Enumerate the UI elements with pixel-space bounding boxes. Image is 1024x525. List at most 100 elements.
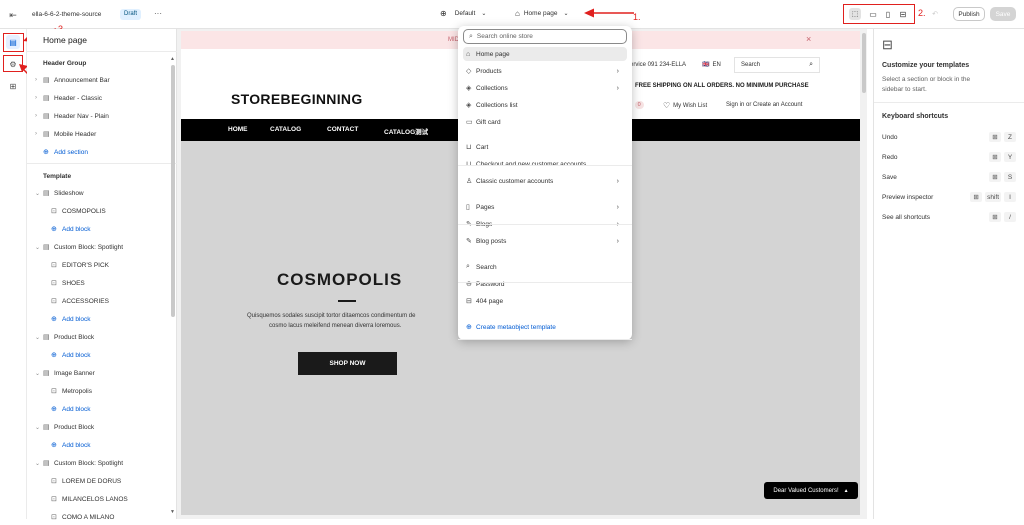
- chevron-down-icon[interactable]: ⌄: [35, 244, 43, 251]
- scroll-down-icon[interactable]: ▼: [170, 509, 175, 515]
- add-section-button[interactable]: ⊕ Add section: [43, 144, 88, 160]
- wishlist-label: My Wish List: [673, 102, 708, 109]
- nav-link[interactable]: CONTACT: [327, 126, 358, 133]
- chevron-right-icon[interactable]: ›: [35, 113, 43, 119]
- collection-icon: ◈: [466, 85, 472, 92]
- chevron-down-icon[interactable]: ⌄: [35, 334, 43, 341]
- undo-icon[interactable]: ↶: [930, 9, 940, 19]
- add-block-button[interactable]: ⊕ Add block: [51, 401, 91, 417]
- page-option-password[interactable]: ⊖ Password: [463, 277, 627, 291]
- header-group-item[interactable]: › ▤ Header - Classic: [35, 90, 102, 106]
- shop-now-button[interactable]: SHOP NOW: [298, 352, 397, 375]
- template-block-item[interactable]: ⊡ ACCESSORIES: [51, 293, 109, 309]
- create-metaobject-link[interactable]: ⊕ Create metaobject template: [463, 320, 627, 334]
- search-icon: ⌕: [466, 263, 470, 270]
- add-block-label: Add block: [62, 315, 91, 323]
- wishlist-link[interactable]: ♡ My Wish List: [663, 101, 707, 110]
- gift-card-icon: ▭: [466, 119, 473, 126]
- page-option-label: Checkout and new customer accounts: [476, 160, 587, 168]
- shortcut-keys: ⊞ /: [986, 212, 1016, 222]
- chevron-down-icon[interactable]: ⌄: [35, 190, 43, 197]
- exit-icon[interactable]: ⇤: [7, 9, 19, 21]
- template-block-item[interactable]: ⊡ MILANCELOS LANOS: [51, 491, 128, 507]
- template-block-item[interactable]: ⊡ LOREM DE DORUS: [51, 473, 121, 489]
- page-option-checkout-and-new-customer-accounts[interactable]: ⊔Checkout and new customer accounts: [463, 157, 627, 171]
- preview-scrollbar[interactable]: [862, 33, 866, 93]
- section-icon: ▤: [43, 113, 50, 120]
- template-section-item[interactable]: ⌄ ▤ Custom Block: Spotlight: [35, 239, 123, 255]
- page-option-404-page[interactable]: ⊟ 404 page: [463, 294, 627, 308]
- template-block-item[interactable]: ⊡ SHOES: [51, 275, 85, 291]
- template-section-item[interactable]: ⌄ ▤ Product Block: [35, 419, 94, 435]
- section-icon: ▤: [43, 131, 50, 138]
- more-actions-button[interactable]: ···: [154, 9, 162, 18]
- template-block-item[interactable]: ⊡ EDITOR'S PICK: [51, 257, 109, 273]
- header-group-item[interactable]: › ▤ Header Nav - Plain: [35, 108, 109, 124]
- customer-toast[interactable]: Dear Valued Customers! ▲: [764, 482, 858, 499]
- add-block-button[interactable]: ⊕ Add block: [51, 347, 91, 363]
- publish-button[interactable]: Publish: [953, 7, 985, 21]
- scroll-up-icon[interactable]: ▲: [170, 56, 175, 62]
- page-option-blog-posts[interactable]: ✎ Blog posts ›: [463, 234, 627, 248]
- sidebar-scrollbar[interactable]: [171, 65, 175, 317]
- home-icon: ⌂: [515, 9, 520, 18]
- chevron-down-icon[interactable]: ⌄: [35, 460, 43, 467]
- fullscreen-icon[interactable]: ⊟: [897, 8, 909, 20]
- chevron-down-icon[interactable]: ⌄: [35, 370, 43, 377]
- language-selector[interactable]: 🇬🇧 EN: [702, 61, 721, 69]
- account-link[interactable]: Sign in or Create an Account: [726, 102, 802, 108]
- mobile-view-icon[interactable]: ▯: [882, 8, 894, 20]
- annotation-box-3: [3, 33, 24, 52]
- theme-preset-selector[interactable]: ⊕ Default ⌄: [440, 9, 486, 18]
- heart-icon: ♡: [663, 101, 671, 110]
- nav-link[interactable]: CATALOG: [270, 126, 301, 133]
- add-block-button[interactable]: ⊕ Add block: [51, 221, 91, 237]
- template-block-item[interactable]: ⊡ COSMOPOLIS: [51, 203, 106, 219]
- page-option-search[interactable]: ⌕ Search: [463, 260, 627, 274]
- template-section-item[interactable]: ⌄ ▤ Custom Block: Spotlight: [35, 455, 123, 471]
- template-section-item[interactable]: ⌄ ▤ Product Block: [35, 329, 94, 345]
- close-icon[interactable]: ×: [806, 34, 811, 44]
- page-option-collections[interactable]: ◈ Collections ›: [463, 81, 627, 95]
- page-option-cart[interactable]: ⊔ Cart: [463, 140, 627, 154]
- add-block-button[interactable]: ⊕ Add block: [51, 437, 91, 453]
- inspector-icon[interactable]: ⬚: [849, 8, 861, 20]
- plus-circle-icon: ⊕: [51, 226, 57, 233]
- template-section-item[interactable]: ⌄ ▤ Image Banner: [35, 365, 95, 381]
- store-logo[interactable]: STOREBEGINNING: [231, 91, 363, 107]
- template-block-item[interactable]: ⊡ COMO A MILANO: [51, 509, 114, 525]
- page-option-home-page[interactable]: ⌂ Home page: [463, 47, 627, 61]
- store-search[interactable]: Search ⌕: [734, 57, 820, 73]
- header-group-item[interactable]: › ▤ Announcement Bar: [35, 72, 110, 88]
- add-block-button[interactable]: ⊕ Add block: [51, 311, 91, 327]
- nav-link[interactable]: HOME: [228, 126, 248, 133]
- save-button[interactable]: Save: [990, 7, 1016, 21]
- chevron-down-icon[interactable]: ⌄: [35, 424, 43, 431]
- page-option-products[interactable]: ◇ Products ›: [463, 64, 627, 78]
- page-option-classic-customer-accounts[interactable]: ♙ Classic customer accounts ›: [463, 174, 627, 188]
- shortcut-label: Preview inspector: [882, 193, 934, 201]
- template-section-item[interactable]: ⌄ ▤ Slideshow: [35, 185, 84, 201]
- template-block-item[interactable]: ⊡ Metropolis: [51, 383, 92, 399]
- page-option-gift-card[interactable]: ▭ Gift card: [463, 115, 627, 129]
- divider: [27, 51, 177, 52]
- page-option-label: Home page: [476, 50, 510, 58]
- desktop-view-icon[interactable]: ▭: [867, 8, 879, 20]
- section-icon: ▤: [43, 370, 50, 377]
- nav-link[interactable]: CATALOG测试: [384, 126, 428, 136]
- page-selector[interactable]: ⌂ Home page ⌄: [515, 9, 568, 18]
- section-icon: ▤: [43, 95, 50, 102]
- header-group-item[interactable]: › ▤ Mobile Header: [35, 126, 96, 142]
- create-metaobject-label: Create metaobject template: [476, 323, 556, 331]
- page-option-pages[interactable]: ▯ Pages ›: [463, 200, 627, 214]
- cart-icon: ⊔: [466, 144, 472, 151]
- chevron-right-icon[interactable]: ›: [35, 95, 43, 101]
- dropdown-search-input[interactable]: ⌕ Search online store: [463, 29, 627, 44]
- chevron-right-icon[interactable]: ›: [35, 131, 43, 137]
- chevron-right-icon[interactable]: ›: [35, 77, 43, 83]
- template-section-label: Image Banner: [54, 369, 95, 377]
- shortcut-label: Save: [882, 173, 897, 181]
- page-option-collections-list[interactable]: ◈ Collections list: [463, 98, 627, 112]
- annotation-label-1: 1.: [633, 12, 641, 22]
- template-icon: ⊟: [882, 37, 893, 52]
